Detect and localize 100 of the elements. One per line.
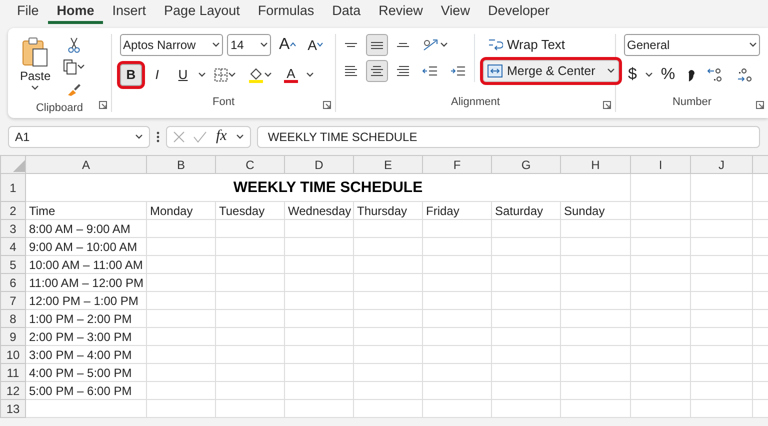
table-cell: Saturday xyxy=(492,202,560,220)
caret-up-icon xyxy=(290,42,296,48)
table-cell: 12:00 PM – 1:00 PM xyxy=(26,292,146,310)
font-name-dropdown[interactable]: Aptos Narrow xyxy=(120,34,224,56)
caret-icon[interactable] xyxy=(607,68,615,74)
caret-icon[interactable] xyxy=(198,72,206,78)
table-cell: 10:00 AM – 11:00 AM xyxy=(26,256,146,274)
italic-button[interactable]: I xyxy=(146,64,168,86)
menu-tab[interactable]: Data xyxy=(323,0,370,24)
column-header[interactable]: J xyxy=(690,156,752,174)
row-header[interactable]: 2 xyxy=(0,202,26,220)
group-label: Alignment xyxy=(451,94,500,110)
copy-icon xyxy=(62,59,77,75)
menu-tab[interactable]: View xyxy=(432,0,479,24)
caret-icon[interactable] xyxy=(264,72,272,78)
merged-title-cell: WEEKLY TIME SCHEDULE xyxy=(26,174,630,202)
column-header[interactable]: C xyxy=(216,156,284,174)
caret-icon[interactable] xyxy=(236,134,244,140)
check-icon[interactable] xyxy=(193,130,207,142)
table-cell: 3:00 PM – 4:00 PM xyxy=(26,346,146,364)
caret-icon[interactable] xyxy=(306,72,314,78)
table-cell: Time xyxy=(26,202,146,220)
align-bottom-icon xyxy=(397,43,409,47)
menu-tab[interactable]: Developer xyxy=(478,0,558,24)
column-header[interactable]: F xyxy=(422,156,492,174)
table-cell: 9:00 AM – 10:00 AM xyxy=(26,238,146,256)
table-cell: 5:00 PM – 6:00 PM xyxy=(26,382,146,400)
caret-down-icon xyxy=(317,42,323,48)
menu-tab[interactable]: Formulas xyxy=(248,0,324,24)
number-format-dropdown[interactable]: General xyxy=(624,34,760,56)
shrink-font-button[interactable]: A xyxy=(304,34,327,56)
table-cell: 1:00 PM – 2:00 PM xyxy=(26,310,146,328)
column-header[interactable]: B xyxy=(146,156,216,174)
menu-tab[interactable]: Home xyxy=(48,0,104,24)
group-label: Clipboard xyxy=(36,101,84,116)
caret-icon[interactable] xyxy=(260,42,268,48)
name-box[interactable]: A1 xyxy=(8,126,150,148)
caret-icon[interactable] xyxy=(135,134,143,140)
more-options-icon[interactable] xyxy=(156,130,160,142)
row-header[interactable]: 5 xyxy=(0,256,26,274)
center-align-button[interactable] xyxy=(366,60,388,82)
align-right-icon xyxy=(397,66,409,76)
row-header[interactable]: 8 xyxy=(0,310,26,328)
row-header[interactable]: 9 xyxy=(0,328,26,346)
row-header[interactable]: 11 xyxy=(0,364,26,382)
align-middle-icon xyxy=(371,42,383,48)
table-cell: 8:00 AM – 9:00 AM xyxy=(26,220,146,238)
bold-button[interactable]: B xyxy=(120,64,142,86)
table-cell: Tuesday xyxy=(216,202,284,220)
column-header[interactable]: E xyxy=(354,156,422,174)
table-cell: Monday xyxy=(146,202,216,220)
caret-icon[interactable] xyxy=(212,42,220,48)
formula-input[interactable]: WEEKLY TIME SCHEDULE xyxy=(256,126,760,148)
row-header[interactable]: 3 xyxy=(0,220,26,238)
dialog-launcher-icon[interactable] xyxy=(99,101,107,109)
dialog-launcher-icon[interactable] xyxy=(323,101,331,109)
increase-indent-icon xyxy=(450,64,466,78)
dialog-launcher-icon[interactable] xyxy=(756,101,764,109)
dialog-launcher-icon[interactable] xyxy=(603,101,611,109)
scissors-icon xyxy=(68,37,80,53)
menu-tab[interactable]: Insert xyxy=(103,0,156,24)
caret-icon[interactable] xyxy=(440,42,448,48)
menu-tab[interactable]: File xyxy=(8,0,48,24)
column-header[interactable]: A xyxy=(26,156,146,174)
font-color-button[interactable]: A xyxy=(280,64,302,86)
table-cell: Wednesday xyxy=(284,202,354,220)
merge-and-center-button[interactable]: Merge & Center xyxy=(483,60,619,82)
column-header[interactable]: I xyxy=(630,156,690,174)
row-header[interactable]: 12 xyxy=(0,382,26,400)
middle-align-button[interactable] xyxy=(366,34,388,56)
caret-icon[interactable] xyxy=(31,85,40,91)
caret-icon[interactable] xyxy=(76,64,85,70)
paint-bucket-icon xyxy=(248,67,264,83)
merge-cells-icon xyxy=(487,64,503,78)
underline-button[interactable]: U xyxy=(172,64,194,86)
row-header[interactable]: 7 xyxy=(0,292,26,310)
menu-tab[interactable]: Page Layout xyxy=(155,0,249,24)
paste-button[interactable]: Paste xyxy=(16,34,55,94)
grow-font-button[interactable]: A xyxy=(274,34,300,56)
caret-icon[interactable] xyxy=(749,42,757,48)
row-header[interactable]: 10 xyxy=(0,346,26,364)
wrap-text-icon xyxy=(487,37,503,53)
percent-button[interactable]: % xyxy=(656,64,680,86)
table-cell: 11:00 AM – 12:00 PM xyxy=(26,274,146,292)
column-header[interactable]: H xyxy=(560,156,630,174)
wrap-text-button[interactable]: Wrap Text xyxy=(483,34,619,56)
align-left-icon xyxy=(345,66,357,76)
font-size-dropdown[interactable]: 14 xyxy=(227,34,271,56)
row-header[interactable]: 6 xyxy=(0,274,26,292)
column-header[interactable]: G xyxy=(492,156,560,174)
caret-icon[interactable] xyxy=(228,72,236,78)
menu-tab[interactable]: Review xyxy=(370,0,432,24)
insert-function-button[interactable]: fx xyxy=(215,128,228,146)
row-header[interactable]: 13 xyxy=(0,400,26,418)
row-header[interactable]: 1 xyxy=(0,174,26,202)
borders-icon xyxy=(214,68,228,82)
currency-button[interactable]: $ xyxy=(624,64,641,86)
row-header[interactable]: 4 xyxy=(0,238,26,256)
column-header[interactable]: D xyxy=(284,156,354,174)
caret-icon[interactable] xyxy=(644,72,653,78)
